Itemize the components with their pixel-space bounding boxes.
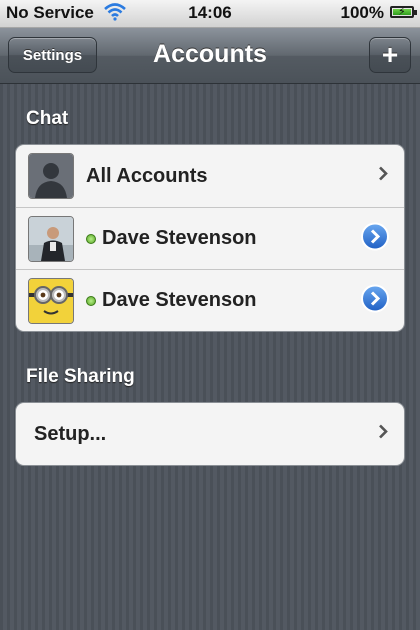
detail-disclosure-icon: [361, 222, 389, 250]
row-label: Setup...: [34, 422, 107, 445]
chevron-right-icon: [378, 424, 388, 444]
online-status-icon: [86, 295, 96, 306]
charging-bolt-icon: ⚡: [398, 6, 406, 18]
row-account-dave-2[interactable]: Dave Stevenson: [16, 269, 404, 331]
status-bar: No Service 14:06 100% ⚡: [0, 0, 420, 28]
chevron-right-icon: [378, 166, 388, 186]
minion-avatar-icon: [28, 277, 74, 324]
detail-disclosure-button[interactable]: [360, 221, 390, 256]
row-setup[interactable]: Setup...: [16, 403, 404, 465]
section-header-chat: Chat: [26, 108, 69, 129]
page-title: Accounts: [153, 40, 267, 68]
battery-icon: ⚡: [390, 6, 417, 18]
section-header-file-sharing: File Sharing: [26, 366, 135, 387]
photo-avatar-icon: [28, 215, 74, 262]
row-label: Dave Stevenson: [102, 227, 257, 249]
battery-percent: 100%: [340, 3, 384, 22]
online-status-icon: [86, 233, 96, 244]
detail-disclosure-icon: [361, 284, 389, 312]
chat-accounts-group: All Accounts Dave Stevenson Dave Stevens…: [15, 144, 405, 332]
row-label: Dave Stevenson: [102, 289, 257, 311]
navigation-bar: Settings Accounts +: [0, 28, 420, 84]
add-account-button[interactable]: +: [369, 37, 411, 73]
row-account-dave-1[interactable]: Dave Stevenson: [16, 207, 404, 269]
detail-disclosure-button[interactable]: [360, 283, 390, 318]
file-sharing-group: Setup...: [15, 402, 405, 466]
row-label: All Accounts: [86, 164, 208, 187]
row-all-accounts[interactable]: All Accounts: [16, 145, 404, 207]
default-avatar-icon: [28, 153, 74, 199]
